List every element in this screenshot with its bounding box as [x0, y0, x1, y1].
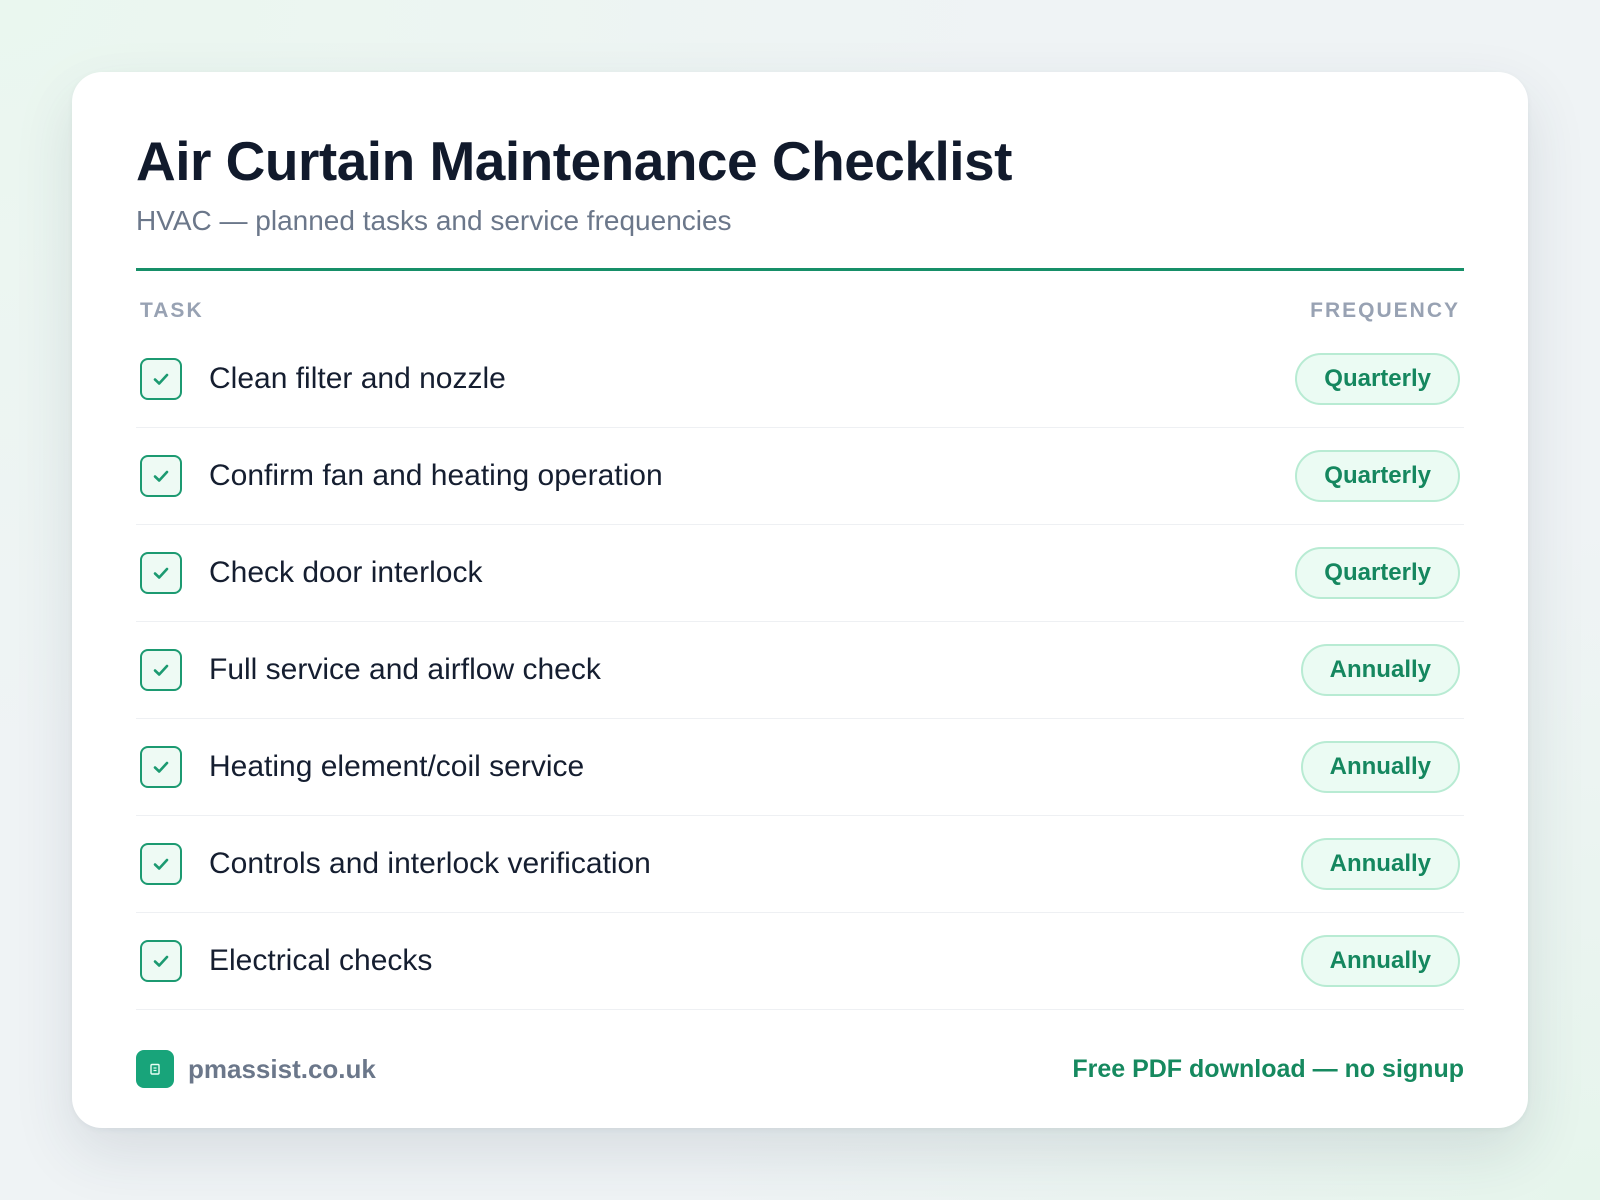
card-footer: pmassist.co.uk Free PDF download — no si… [136, 1050, 1464, 1088]
page-title: Air Curtain Maintenance Checklist [136, 130, 1012, 192]
task-label: Electrical checks [209, 943, 433, 977]
task-row: Full service and airflow check Annually [136, 622, 1464, 719]
download-link[interactable]: Free PDF download — no signup [1072, 1055, 1464, 1084]
column-headers: TASK FREQUENCY [136, 299, 1464, 323]
task-checkbox[interactable] [140, 939, 182, 982]
task-checkbox[interactable] [140, 745, 182, 788]
task-label: Confirm fan and heating operation [209, 458, 663, 492]
column-header-task: TASK [140, 298, 204, 322]
task-label: Full service and airflow check [209, 652, 601, 686]
checklist-card: Air Curtain Maintenance Checklist HVAC —… [72, 72, 1528, 1128]
frequency-badge: Annually [1300, 740, 1460, 793]
column-header-frequency: FREQUENCY [1310, 298, 1460, 322]
task-label: Clean filter and nozzle [209, 361, 506, 395]
task-row: Electrical checks Annually [136, 913, 1464, 1010]
task-checkbox[interactable] [140, 648, 182, 691]
task-checkbox[interactable] [140, 357, 182, 400]
task-checkbox[interactable] [140, 551, 182, 594]
task-row: Check door interlock Quarterly [136, 525, 1464, 622]
task-checkbox[interactable] [140, 454, 182, 497]
check-icon [153, 567, 169, 579]
task-label: Controls and interlock verification [209, 846, 651, 880]
task-checkbox[interactable] [140, 842, 182, 885]
frequency-badge: Quarterly [1295, 352, 1460, 405]
header-divider [136, 267, 1464, 271]
task-row: Clean filter and nozzle Quarterly [136, 331, 1464, 428]
check-icon [153, 955, 169, 967]
task-label: Heating element/coil service [209, 749, 585, 783]
task-label: Check door interlock [209, 555, 483, 589]
frequency-badge: Annually [1300, 934, 1460, 987]
building-icon [136, 1050, 174, 1088]
frequency-badge: Annually [1300, 643, 1460, 696]
check-icon [153, 858, 169, 870]
brand-name: pmassist.co.uk [188, 1053, 376, 1084]
task-list: Clean filter and nozzle Quarterly Confir… [136, 331, 1464, 1010]
task-row: Confirm fan and heating operation Quarte… [136, 428, 1464, 525]
frequency-badge: Quarterly [1295, 449, 1460, 502]
page-subtitle: HVAC — planned tasks and service frequen… [136, 205, 732, 236]
frequency-badge: Annually [1300, 837, 1460, 890]
task-row: Controls and interlock verification Annu… [136, 816, 1464, 913]
check-icon [153, 373, 169, 385]
check-icon [153, 664, 169, 676]
check-icon [153, 761, 169, 773]
frequency-badge: Quarterly [1295, 546, 1460, 599]
check-icon [153, 470, 169, 482]
brand[interactable]: pmassist.co.uk [136, 1050, 376, 1088]
task-row: Heating element/coil service Annually [136, 719, 1464, 816]
